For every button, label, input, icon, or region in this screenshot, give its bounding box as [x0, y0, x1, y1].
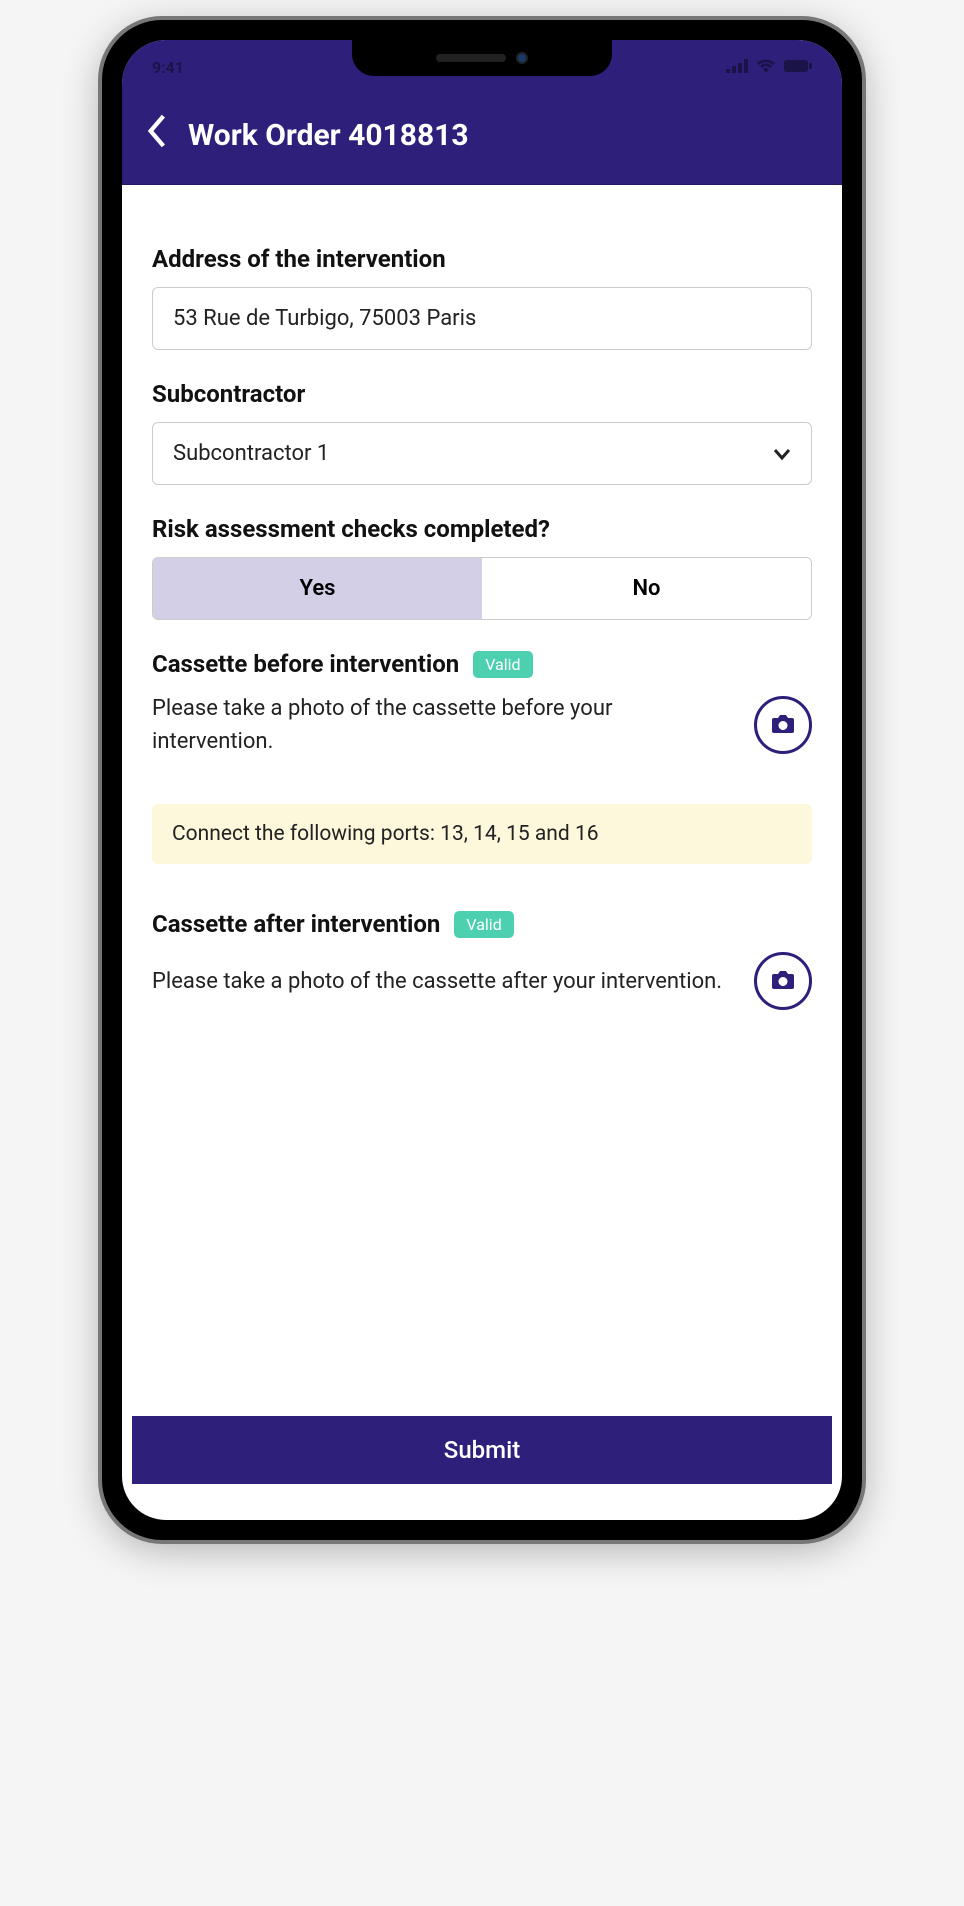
status-time: 9:41	[152, 58, 184, 77]
cassette-after-section: Cassette after intervention Valid Please…	[152, 910, 812, 1010]
page-header: Work Order 4018813	[122, 94, 842, 185]
phone-frame: 9:41 Work Order 4018813 Address	[102, 20, 862, 1540]
subcontractor-label: Subcontractor	[152, 380, 812, 408]
front-camera	[516, 52, 528, 64]
cassette-before-camera-button[interactable]	[754, 696, 812, 754]
cassette-after-label: Cassette after intervention	[152, 910, 440, 938]
submit-button[interactable]: Submit	[132, 1416, 832, 1484]
phone-screen: 9:41 Work Order 4018813 Address	[122, 40, 842, 1520]
risk-field: Risk assessment checks completed? Yes No	[152, 515, 812, 620]
wifi-icon	[756, 58, 776, 77]
subcontractor-value: Subcontractor 1	[173, 441, 329, 466]
cassette-before-badge: Valid	[473, 651, 532, 678]
battery-icon	[784, 58, 812, 77]
page-title: Work Order 4018813	[188, 118, 469, 153]
risk-no-option[interactable]: No	[482, 558, 811, 619]
address-field: Address of the intervention	[152, 245, 812, 350]
risk-toggle: Yes No	[152, 557, 812, 620]
address-label: Address of the intervention	[152, 245, 812, 273]
port-info-box: Connect the following ports: 13, 14, 15 …	[152, 804, 812, 864]
chevron-down-icon	[773, 441, 791, 466]
cassette-before-label: Cassette before intervention	[152, 650, 459, 678]
risk-yes-option[interactable]: Yes	[153, 558, 482, 619]
cassette-after-badge: Valid	[454, 911, 513, 938]
cassette-before-text: Please take a photo of the cassette befo…	[152, 692, 738, 758]
back-button[interactable]	[146, 114, 168, 156]
cassette-after-text: Please take a photo of the cassette afte…	[152, 965, 738, 998]
address-input[interactable]	[152, 287, 812, 350]
phone-notch	[352, 40, 612, 76]
form-content: Address of the intervention Subcontracto…	[122, 185, 842, 1416]
camera-icon	[771, 968, 795, 994]
camera-icon	[771, 712, 795, 738]
cassette-after-camera-button[interactable]	[754, 952, 812, 1010]
cassette-before-section: Cassette before intervention Valid Pleas…	[152, 650, 812, 758]
risk-label: Risk assessment checks completed?	[152, 515, 812, 543]
subcontractor-select[interactable]: Subcontractor 1	[152, 422, 812, 485]
subcontractor-field: Subcontractor Subcontractor 1	[152, 380, 812, 485]
speaker-grill	[436, 54, 506, 62]
signal-icon	[726, 58, 748, 77]
status-indicators	[726, 58, 812, 77]
